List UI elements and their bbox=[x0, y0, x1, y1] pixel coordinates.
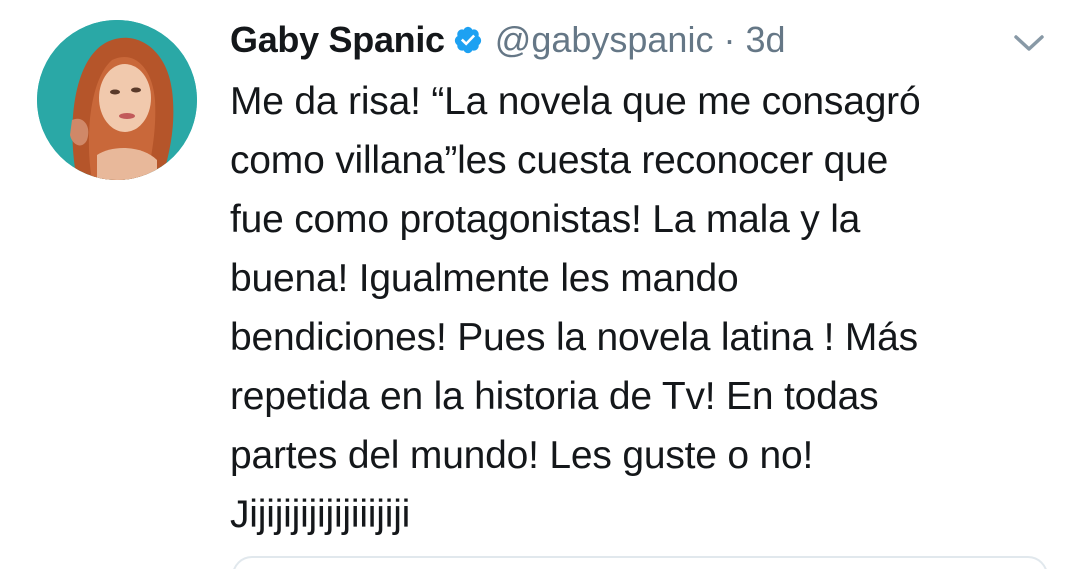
chevron-down-icon[interactable] bbox=[1012, 32, 1046, 54]
avatar[interactable] bbox=[37, 20, 197, 180]
verified-badge-icon bbox=[453, 25, 483, 55]
tweet[interactable]: Gaby Spanic @gabyspanic · 3d Me da risa!… bbox=[0, 0, 1079, 569]
tweet-text-line: buena! Igualmente les mando bbox=[230, 257, 739, 300]
avatar-image bbox=[37, 20, 197, 180]
tweet-text-line: fue como protagonistas! La mala y la bbox=[230, 198, 861, 241]
tweet-text-line: repetida en la historia de Tv! En todas bbox=[230, 375, 879, 418]
author-name[interactable]: Gaby Spanic bbox=[230, 19, 445, 61]
tweet-text-line: partes del mundo! Les guste o no! bbox=[230, 434, 814, 477]
separator-dot: · bbox=[723, 19, 736, 60]
tweet-text-line: bendiciones! Pues la novela latina ! Más bbox=[230, 316, 918, 359]
timestamp[interactable]: 3d bbox=[745, 19, 785, 61]
tweet-text-line: Jijijijijijijiiijiji bbox=[230, 493, 411, 536]
tweet-text-line: Me da risa! “La novela que me consagró bbox=[230, 80, 921, 123]
tweet-header: Gaby Spanic @gabyspanic · 3d bbox=[230, 16, 786, 64]
media-card[interactable] bbox=[232, 556, 1048, 569]
author-handle[interactable]: @gabyspanic bbox=[495, 19, 714, 61]
tweet-text: Me da risa! “La novela que me consagró c… bbox=[230, 72, 1050, 544]
tweet-text-line: como villana”les cuesta reconocer que bbox=[230, 139, 889, 182]
